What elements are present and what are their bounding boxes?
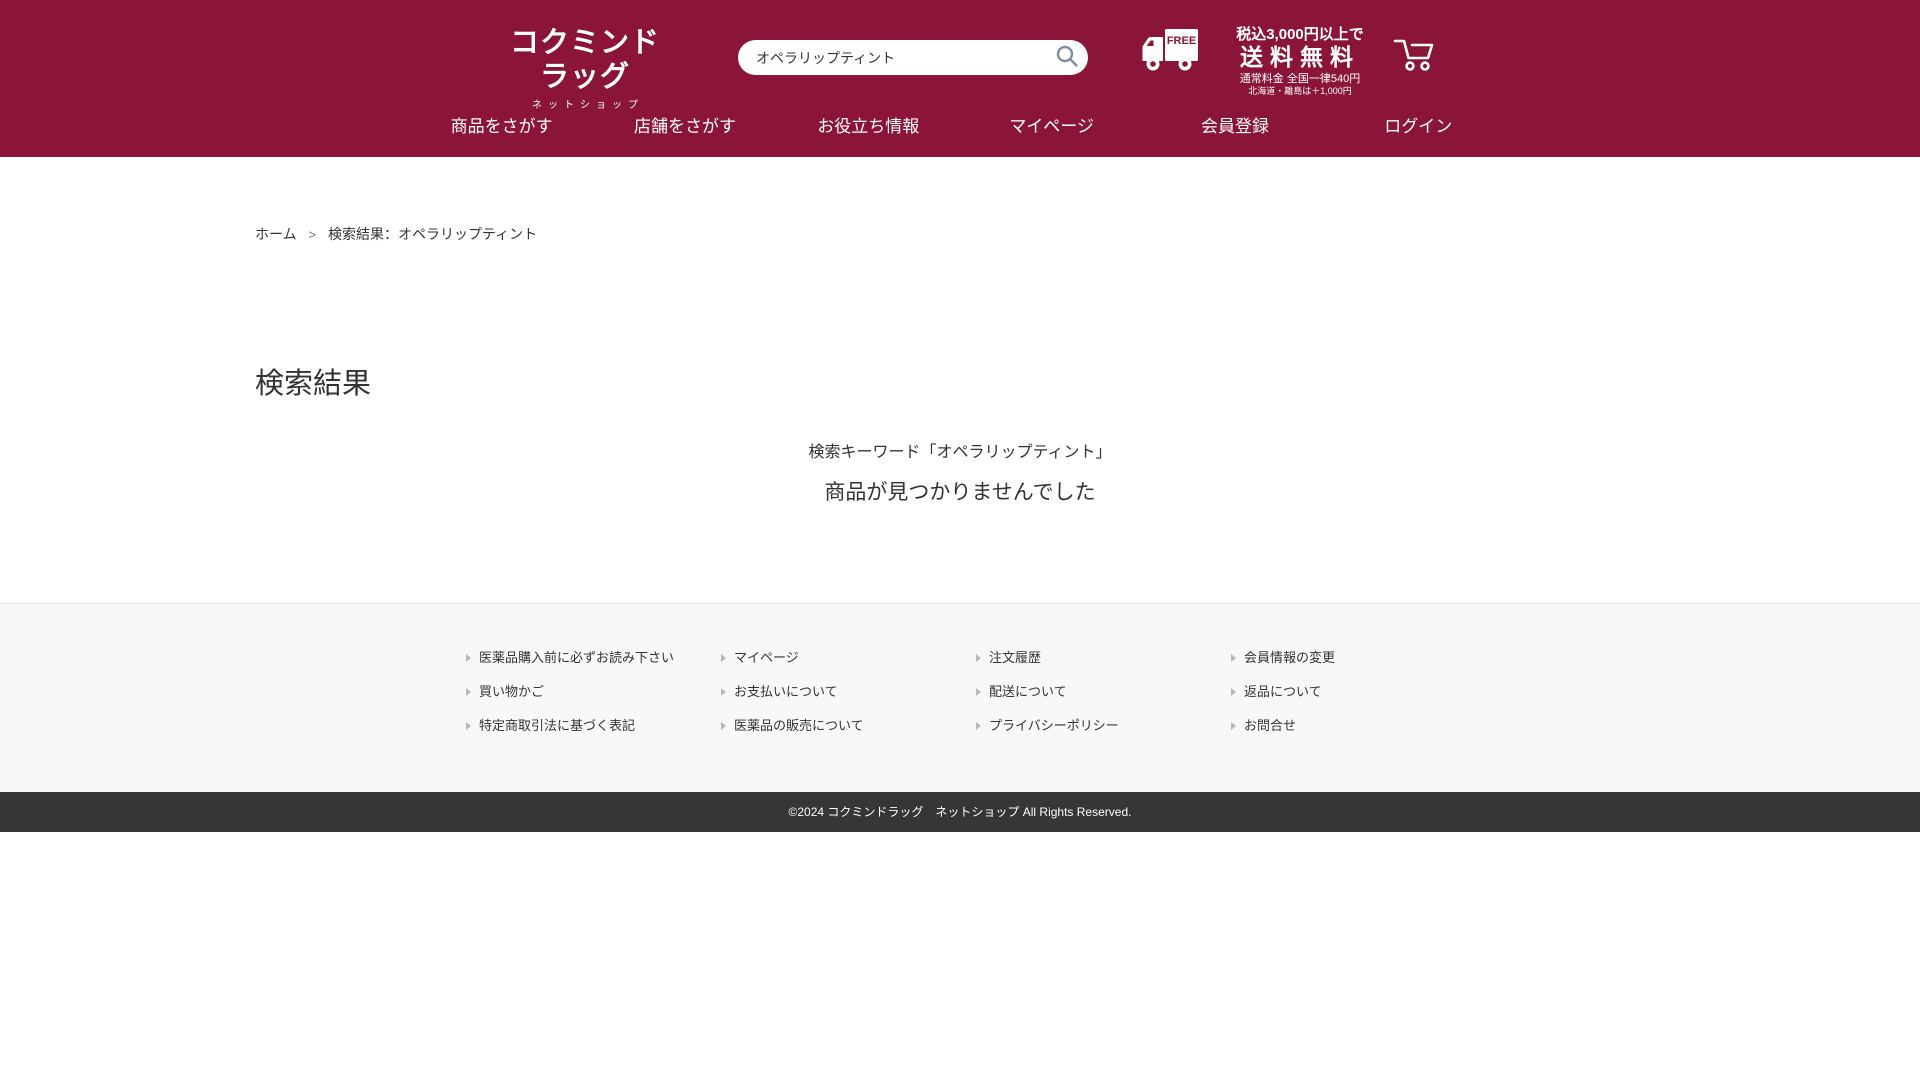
footer-column-2: マイページ お支払いについて 医薬品の販売について bbox=[721, 648, 970, 750]
footer-link-member-info[interactable]: 会員情報の変更 bbox=[1231, 648, 1480, 667]
nav-item-products[interactable]: 商品をさがす bbox=[410, 110, 593, 150]
footer-link-medicine-notice[interactable]: 医薬品購入前に必ずお読み下さい bbox=[466, 648, 715, 667]
nav-item-info[interactable]: お役立ち情報 bbox=[777, 110, 960, 150]
footer-link-label: プライバシーポリシー bbox=[989, 716, 1119, 735]
arrow-right-icon bbox=[466, 654, 471, 662]
breadcrumb-separator-icon: > bbox=[308, 227, 316, 242]
arrow-right-icon bbox=[466, 722, 471, 730]
arrow-right-icon bbox=[1231, 688, 1236, 696]
free-shipping-banner: FREE 税込3,000円以上で 送料無料 通常料金 全国一律540円 北海道・… bbox=[1140, 26, 1390, 97]
footer-column-1: 医薬品購入前に必ずお読み下さい 買い物かご 特定商取引法に基づく表記 bbox=[466, 648, 715, 750]
site-header: コクミンドラッグ ネットショップ FREE 税込3,000円以上で 送料無料 通… bbox=[0, 0, 1920, 157]
arrow-right-icon bbox=[721, 654, 726, 662]
breadcrumb-current: 検索結果：オペラリップティント bbox=[328, 226, 537, 242]
search-icon bbox=[1054, 43, 1080, 69]
search-keyword-line: 検索キーワード「オペラリップティント」 bbox=[255, 442, 1665, 464]
footer-link-order-history[interactable]: 注文履歴 bbox=[976, 648, 1225, 667]
footer-link-label: 医薬品の販売について bbox=[734, 716, 864, 735]
arrow-right-icon bbox=[976, 722, 981, 730]
footer-link-label: お支払いについて bbox=[734, 682, 838, 701]
footer-link-commercial-law[interactable]: 特定商取引法に基づく表記 bbox=[466, 716, 715, 735]
logo-subtext: ネットショップ bbox=[500, 96, 670, 111]
search-box bbox=[738, 40, 1088, 75]
nav-item-login[interactable]: ログイン bbox=[1327, 110, 1510, 150]
footer-column-3: 注文履歴 配送について プライバシーポリシー bbox=[976, 648, 1225, 750]
truck-free-icon: FREE bbox=[1140, 26, 1200, 74]
cart-button[interactable] bbox=[1390, 32, 1438, 80]
footer-link-label: 医薬品購入前に必ずお読み下さい bbox=[479, 648, 674, 667]
page-title: 検索結果 bbox=[255, 362, 1665, 406]
footer-link-label: 特定商取引法に基づく表記 bbox=[479, 716, 635, 735]
search-button[interactable] bbox=[1052, 43, 1082, 72]
arrow-right-icon bbox=[466, 688, 471, 696]
footer-link-label: 買い物かご bbox=[479, 682, 544, 701]
shipping-line1: 税込3,000円以上で bbox=[1210, 26, 1390, 44]
footer-links: 医薬品購入前に必ずお読み下さい 買い物かご 特定商取引法に基づく表記 マイページ… bbox=[440, 648, 1480, 750]
footer-link-label: 配送について bbox=[989, 682, 1067, 701]
arrow-right-icon bbox=[976, 654, 981, 662]
search-results-main: ホーム > 検索結果：オペラリップティント 検索結果 検索キーワード「オペラリッ… bbox=[0, 157, 1920, 603]
search-input[interactable] bbox=[738, 40, 1088, 75]
copyright-bar: ©2024 コクミンドラッグ ネットショップ All Rights Reserv… bbox=[0, 792, 1920, 832]
footer-link-delivery[interactable]: 配送について bbox=[976, 682, 1225, 701]
footer-link-returns[interactable]: 返品について bbox=[1231, 682, 1480, 701]
footer-link-cart[interactable]: 買い物かご bbox=[466, 682, 715, 701]
footer-link-label: お問合せ bbox=[1244, 716, 1296, 735]
arrow-right-icon bbox=[721, 688, 726, 696]
shipping-line2: 送料無料 bbox=[1210, 44, 1390, 71]
site-footer: 医薬品購入前に必ずお読み下さい 買い物かご 特定商取引法に基づく表記 マイページ… bbox=[0, 603, 1920, 792]
site-logo[interactable]: コクミンドラッグ ネットショップ bbox=[500, 26, 670, 111]
logo-text: コクミンドラッグ bbox=[500, 26, 670, 94]
footer-link-label: 注文履歴 bbox=[989, 648, 1041, 667]
no-results-message: 商品が見つかりませんでした bbox=[255, 478, 1665, 508]
footer-link-label: マイページ bbox=[734, 648, 799, 667]
arrow-right-icon bbox=[1231, 722, 1236, 730]
footer-column-4: 会員情報の変更 返品について お問合せ bbox=[1231, 648, 1480, 750]
main-nav: 商品をさがす 店舗をさがす お役立ち情報 マイページ 会員登録 ログイン bbox=[410, 110, 1510, 150]
arrow-right-icon bbox=[721, 722, 726, 730]
footer-link-privacy-policy[interactable]: プライバシーポリシー bbox=[976, 716, 1225, 735]
breadcrumb-home-link[interactable]: ホーム bbox=[255, 226, 297, 242]
footer-link-payment[interactable]: お支払いについて bbox=[721, 682, 970, 701]
footer-link-mypage[interactable]: マイページ bbox=[721, 648, 970, 667]
free-label: FREE bbox=[1167, 35, 1196, 47]
breadcrumb: ホーム > 検索結果：オペラリップティント bbox=[255, 225, 1665, 244]
cart-icon bbox=[1390, 32, 1438, 80]
shipping-line4: 北海道・離島は＋1,000円 bbox=[1210, 86, 1390, 97]
footer-link-label: 返品について bbox=[1244, 682, 1322, 701]
footer-link-contact[interactable]: お問合せ bbox=[1231, 716, 1480, 735]
footer-link-medicine-sales[interactable]: 医薬品の販売について bbox=[721, 716, 970, 735]
nav-item-mypage[interactable]: マイページ bbox=[960, 110, 1143, 150]
copyright-text: ©2024 コクミンドラッグ ネットショップ All Rights Reserv… bbox=[789, 805, 1132, 819]
nav-item-register[interactable]: 会員登録 bbox=[1143, 110, 1326, 150]
shipping-text: 税込3,000円以上で 送料無料 通常料金 全国一律540円 北海道・離島は＋1… bbox=[1210, 26, 1390, 97]
shipping-line3: 通常料金 全国一律540円 bbox=[1210, 72, 1390, 86]
arrow-right-icon bbox=[976, 688, 981, 696]
footer-link-label: 会員情報の変更 bbox=[1244, 648, 1335, 667]
arrow-right-icon bbox=[1231, 654, 1236, 662]
nav-item-stores[interactable]: 店舗をさがす bbox=[593, 110, 776, 150]
